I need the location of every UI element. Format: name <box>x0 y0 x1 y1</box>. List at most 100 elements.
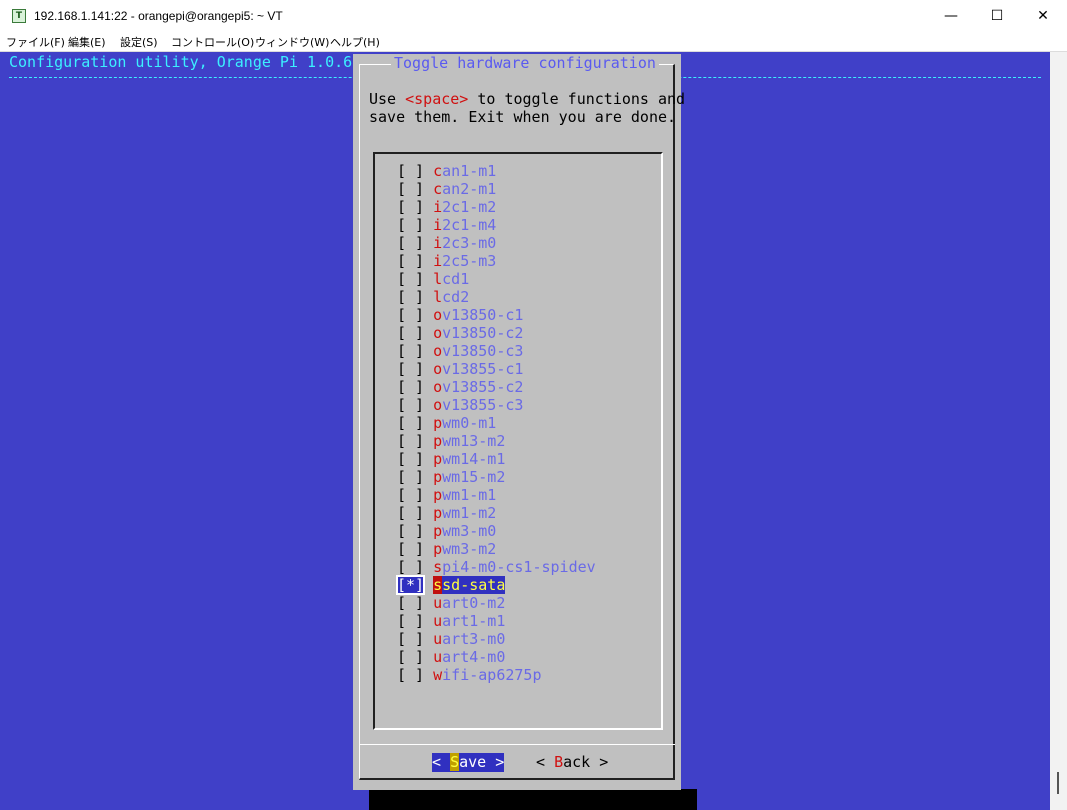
option-checkbox[interactable]: [ ] <box>397 612 424 630</box>
terminal-screen[interactable]: Configuration utility, Orange Pi 1.0.6 u… <box>0 52 1050 810</box>
save-button[interactable]: < Save > <box>432 753 505 772</box>
option-checkbox[interactable]: [ ] <box>397 324 424 342</box>
menu-edit[interactable]: 編集(E) <box>68 34 106 50</box>
option-checkbox[interactable]: [ ] <box>397 378 424 396</box>
option-item[interactable]: [ ] pwm3-m2 <box>397 540 496 558</box>
option-label: pwm3-m2 <box>433 540 496 558</box>
scrollbar-thumb[interactable] <box>1057 772 1059 794</box>
option-checkbox[interactable]: [ ] <box>397 180 424 198</box>
option-item[interactable]: [ ] pwm1-m1 <box>397 486 496 504</box>
option-checkbox[interactable]: [ ] <box>397 594 424 612</box>
option-label-rest: wm15-m2 <box>442 468 506 486</box>
option-item[interactable]: [ ] pwm1-m2 <box>397 504 496 522</box>
option-item[interactable]: [ ] spi4-m0-cs1-spidev <box>397 558 596 576</box>
option-item[interactable]: [ ] can2-m1 <box>397 180 496 198</box>
option-item[interactable]: [*] ssd-sata <box>395 575 506 595</box>
option-checkbox[interactable]: [ ] <box>397 432 424 450</box>
option-checkbox[interactable]: [ ] <box>397 234 424 252</box>
option-checkbox[interactable]: [ ] <box>397 540 424 558</box>
option-hotkey: i <box>433 198 443 216</box>
minimize-button[interactable]: — <box>928 0 974 32</box>
option-checkbox[interactable]: [ ] <box>397 306 424 324</box>
option-hotkey: i <box>433 252 443 270</box>
menu-window[interactable]: ウィンドウ(W) <box>255 34 329 50</box>
option-label-rest: sd-sata <box>442 576 506 594</box>
option-checkbox[interactable]: [ ] <box>397 558 424 576</box>
option-hotkey: o <box>433 306 443 324</box>
menu-help[interactable]: ヘルプ(H) <box>330 34 380 50</box>
option-checkbox[interactable]: [*] <box>395 575 426 595</box>
option-hotkey: p <box>433 504 443 522</box>
option-checkbox[interactable]: [ ] <box>397 450 424 468</box>
option-checkbox[interactable]: [ ] <box>397 360 424 378</box>
option-item[interactable]: [ ] pwm14-m1 <box>397 450 505 468</box>
option-label: pwm3-m0 <box>433 522 496 540</box>
option-checkbox[interactable]: [ ] <box>397 216 424 234</box>
option-item[interactable]: [ ] uart4-m0 <box>397 648 505 666</box>
option-checkbox[interactable]: [ ] <box>397 630 424 648</box>
option-item[interactable]: [ ] ov13855-c3 <box>397 396 523 414</box>
option-label: i2c1-m4 <box>433 216 496 234</box>
option-checkbox[interactable]: [ ] <box>397 414 424 432</box>
option-checkbox[interactable]: [ ] <box>397 486 424 504</box>
menu-file[interactable]: ファイル(F) <box>6 34 65 50</box>
option-item[interactable]: [ ] lcd1 <box>397 270 469 288</box>
option-checkbox[interactable]: [ ] <box>397 198 424 216</box>
vertical-scrollbar[interactable] <box>1050 52 1067 810</box>
option-checkbox[interactable]: [ ] <box>397 288 424 306</box>
option-item[interactable]: [ ] ov13855-c2 <box>397 378 523 396</box>
option-label: ov13850-c2 <box>433 324 523 342</box>
option-checkbox[interactable]: [ ] <box>397 522 424 540</box>
option-checkbox[interactable]: [ ] <box>397 342 424 360</box>
close-button[interactable]: ✕ <box>1020 0 1066 32</box>
option-item[interactable]: [ ] pwm0-m1 <box>397 414 496 432</box>
option-label-rest: wm13-m2 <box>442 432 506 450</box>
maximize-button[interactable]: ☐ <box>974 0 1020 32</box>
option-item[interactable]: [ ] pwm3-m0 <box>397 522 496 540</box>
option-checkbox[interactable]: [ ] <box>397 504 424 522</box>
option-item[interactable]: [ ] uart3-m0 <box>397 630 505 648</box>
window-title: 192.168.1.141:22 - orangepi@orangepi5: ~… <box>34 9 283 23</box>
option-item[interactable]: [ ] uart1-m1 <box>397 612 505 630</box>
option-hotkey: i <box>433 234 443 252</box>
option-checkbox[interactable]: [ ] <box>397 252 424 270</box>
option-item[interactable]: [ ] uart0-m2 <box>397 594 505 612</box>
option-label-rest: cd2 <box>442 288 470 306</box>
option-item[interactable]: [ ] i2c1-m4 <box>397 216 496 234</box>
option-hotkey: s <box>433 576 443 594</box>
option-label: pwm13-m2 <box>433 432 505 450</box>
option-item[interactable]: [ ] ov13850-c2 <box>397 324 523 342</box>
option-item[interactable]: [ ] ov13855-c1 <box>397 360 523 378</box>
menu-control[interactable]: コントロール(O) <box>171 34 254 50</box>
option-item[interactable]: [ ] pwm15-m2 <box>397 468 505 486</box>
option-label: i2c5-m3 <box>433 252 496 270</box>
option-label: ov13855-c3 <box>433 396 523 414</box>
menu-settings[interactable]: 設定(S) <box>120 34 158 50</box>
option-checkbox[interactable]: [ ] <box>397 270 424 288</box>
option-item[interactable]: [ ] i2c5-m3 <box>397 252 496 270</box>
option-checkbox[interactable]: [ ] <box>397 666 424 684</box>
option-label-rest: v13850-c3 <box>442 342 524 360</box>
option-label: spi4-m0-cs1-spidev <box>433 558 596 576</box>
option-item[interactable]: [ ] i2c1-m2 <box>397 198 496 216</box>
option-label: lcd2 <box>433 288 469 306</box>
option-item[interactable]: [ ] ov13850-c3 <box>397 342 523 360</box>
back-button[interactable]: < Back > <box>536 753 608 772</box>
option-checkbox[interactable]: [ ] <box>397 396 424 414</box>
option-checkbox[interactable]: [ ] <box>397 468 424 486</box>
option-item[interactable]: [ ] wifi-ap6275p <box>397 666 542 684</box>
option-item[interactable]: [ ] ov13850-c1 <box>397 306 523 324</box>
option-hotkey: u <box>433 612 443 630</box>
back-left: < <box>536 753 546 771</box>
option-item[interactable]: [ ] lcd2 <box>397 288 469 306</box>
option-label-rest: 2c5-m3 <box>442 252 497 270</box>
option-hotkey: o <box>433 360 443 378</box>
option-checkbox[interactable]: [ ] <box>397 648 424 666</box>
option-label-rest: wm1-m2 <box>442 504 497 522</box>
option-checkbox[interactable]: [ ] <box>397 162 424 180</box>
option-item[interactable]: [ ] i2c3-m0 <box>397 234 496 252</box>
option-label-rest: art0-m2 <box>442 594 506 612</box>
option-item[interactable]: [ ] pwm13-m2 <box>397 432 505 450</box>
option-item[interactable]: [ ] can1-m1 <box>397 162 496 180</box>
option-label: i2c3-m0 <box>433 234 496 252</box>
